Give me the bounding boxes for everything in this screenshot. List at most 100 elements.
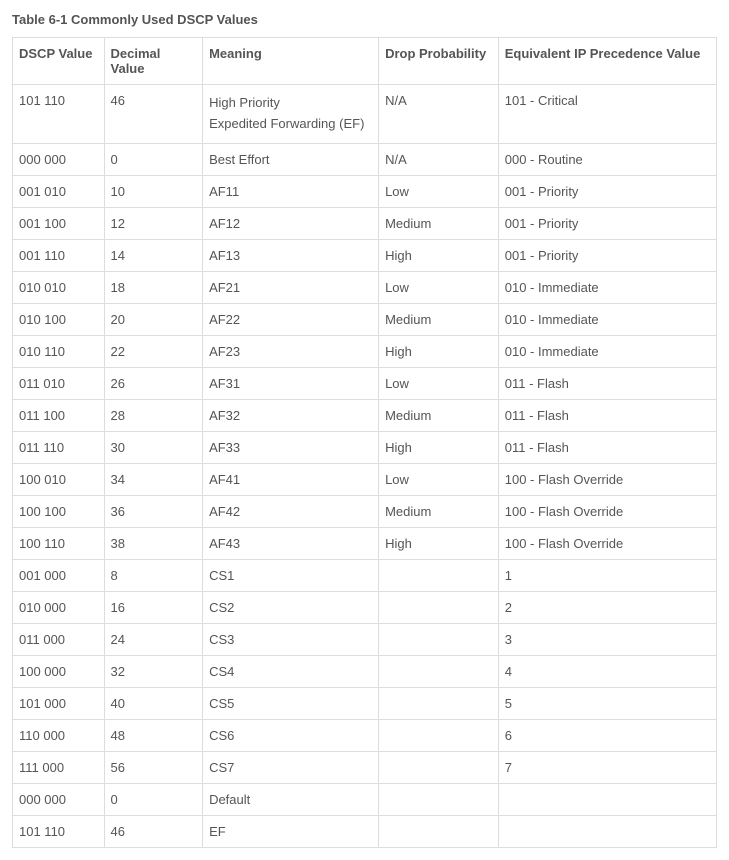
- cell-decimal: 34: [104, 463, 203, 495]
- cell-equiv: 1: [498, 559, 716, 591]
- table-row: 010 00016CS22: [13, 591, 717, 623]
- cell-drop: Low: [379, 463, 499, 495]
- cell-drop: N/A: [379, 85, 499, 144]
- cell-meaning: CS1: [203, 559, 379, 591]
- cell-dscp: 011 000: [13, 623, 105, 655]
- table-row: 010 10020AF22Medium010 - Immediate: [13, 303, 717, 335]
- cell-meaning: AF21: [203, 271, 379, 303]
- cell-dscp: 011 010: [13, 367, 105, 399]
- cell-drop: N/A: [379, 143, 499, 175]
- table-row: 000 0000Best EffortN/A000 - Routine: [13, 143, 717, 175]
- table-row: 001 11014AF13High001 - Priority: [13, 239, 717, 271]
- col-header-decimal: Decimal Value: [104, 38, 203, 85]
- table-row: 111 00056CS77: [13, 751, 717, 783]
- cell-decimal: 32: [104, 655, 203, 687]
- cell-meaning: AF33: [203, 431, 379, 463]
- cell-dscp: 101 110: [13, 815, 105, 847]
- cell-decimal: 0: [104, 143, 203, 175]
- table-row: 101 11046High PriorityExpedited Forwardi…: [13, 85, 717, 144]
- cell-meaning: High PriorityExpedited Forwarding (EF): [203, 85, 379, 144]
- cell-dscp: 100 010: [13, 463, 105, 495]
- cell-drop: [379, 687, 499, 719]
- cell-drop: Medium: [379, 399, 499, 431]
- cell-drop: [379, 591, 499, 623]
- cell-drop: [379, 751, 499, 783]
- cell-dscp: 101 000: [13, 687, 105, 719]
- cell-meaning-line: Expedited Forwarding (EF): [209, 114, 372, 135]
- table-row: 001 01010AF11Low001 - Priority: [13, 175, 717, 207]
- cell-decimal: 36: [104, 495, 203, 527]
- table-row: 010 11022AF23High010 - Immediate: [13, 335, 717, 367]
- cell-meaning: CS3: [203, 623, 379, 655]
- cell-meaning: EF: [203, 815, 379, 847]
- cell-meaning: Default: [203, 783, 379, 815]
- table-row: 101 11046EF: [13, 815, 717, 847]
- cell-drop: [379, 815, 499, 847]
- cell-drop: [379, 783, 499, 815]
- cell-equiv: 011 - Flash: [498, 399, 716, 431]
- cell-equiv: 4: [498, 655, 716, 687]
- cell-decimal: 0: [104, 783, 203, 815]
- cell-equiv: 101 - Critical: [498, 85, 716, 144]
- cell-equiv: 3: [498, 623, 716, 655]
- cell-decimal: 24: [104, 623, 203, 655]
- cell-equiv: [498, 783, 716, 815]
- cell-equiv: 010 - Immediate: [498, 303, 716, 335]
- cell-drop: Medium: [379, 303, 499, 335]
- cell-decimal: 40: [104, 687, 203, 719]
- cell-equiv: [498, 815, 716, 847]
- cell-meaning: CS7: [203, 751, 379, 783]
- cell-equiv: 7: [498, 751, 716, 783]
- cell-meaning: AF42: [203, 495, 379, 527]
- cell-drop: Medium: [379, 207, 499, 239]
- cell-equiv: 001 - Priority: [498, 175, 716, 207]
- cell-dscp: 010 010: [13, 271, 105, 303]
- cell-equiv: 011 - Flash: [498, 367, 716, 399]
- cell-equiv: 6: [498, 719, 716, 751]
- table-row: 100 01034AF41Low100 - Flash Override: [13, 463, 717, 495]
- cell-dscp: 111 000: [13, 751, 105, 783]
- cell-meaning: AF31: [203, 367, 379, 399]
- cell-meaning: CS2: [203, 591, 379, 623]
- cell-dscp: 000 000: [13, 143, 105, 175]
- cell-decimal: 14: [104, 239, 203, 271]
- cell-dscp: 010 110: [13, 335, 105, 367]
- cell-decimal: 20: [104, 303, 203, 335]
- cell-meaning: CS5: [203, 687, 379, 719]
- cell-decimal: 10: [104, 175, 203, 207]
- cell-drop: Medium: [379, 495, 499, 527]
- cell-decimal: 48: [104, 719, 203, 751]
- cell-drop: [379, 623, 499, 655]
- cell-equiv: 100 - Flash Override: [498, 495, 716, 527]
- cell-decimal: 28: [104, 399, 203, 431]
- table-row: 100 10036AF42Medium100 - Flash Override: [13, 495, 717, 527]
- cell-decimal: 12: [104, 207, 203, 239]
- cell-decimal: 46: [104, 85, 203, 144]
- table-row: 101 00040CS55: [13, 687, 717, 719]
- cell-decimal: 26: [104, 367, 203, 399]
- cell-dscp: 001 000: [13, 559, 105, 591]
- cell-dscp: 100 110: [13, 527, 105, 559]
- cell-drop: [379, 559, 499, 591]
- cell-equiv: 001 - Priority: [498, 207, 716, 239]
- cell-drop: High: [379, 335, 499, 367]
- col-header-meaning: Meaning: [203, 38, 379, 85]
- dscp-table: DSCP Value Decimal Value Meaning Drop Pr…: [12, 37, 717, 848]
- cell-dscp: 001 010: [13, 175, 105, 207]
- cell-drop: [379, 655, 499, 687]
- table-title: Table 6-1 Commonly Used DSCP Values: [12, 12, 717, 27]
- cell-dscp: 101 110: [13, 85, 105, 144]
- table-header-row: DSCP Value Decimal Value Meaning Drop Pr…: [13, 38, 717, 85]
- table-row: 001 0008CS11: [13, 559, 717, 591]
- table-row: 010 01018AF21Low010 - Immediate: [13, 271, 717, 303]
- cell-dscp: 010 000: [13, 591, 105, 623]
- cell-drop: [379, 719, 499, 751]
- cell-drop: Low: [379, 175, 499, 207]
- cell-equiv: 100 - Flash Override: [498, 463, 716, 495]
- cell-meaning: CS6: [203, 719, 379, 751]
- cell-decimal: 30: [104, 431, 203, 463]
- cell-equiv: 010 - Immediate: [498, 271, 716, 303]
- cell-dscp: 110 000: [13, 719, 105, 751]
- cell-equiv: 2: [498, 591, 716, 623]
- cell-drop: Low: [379, 367, 499, 399]
